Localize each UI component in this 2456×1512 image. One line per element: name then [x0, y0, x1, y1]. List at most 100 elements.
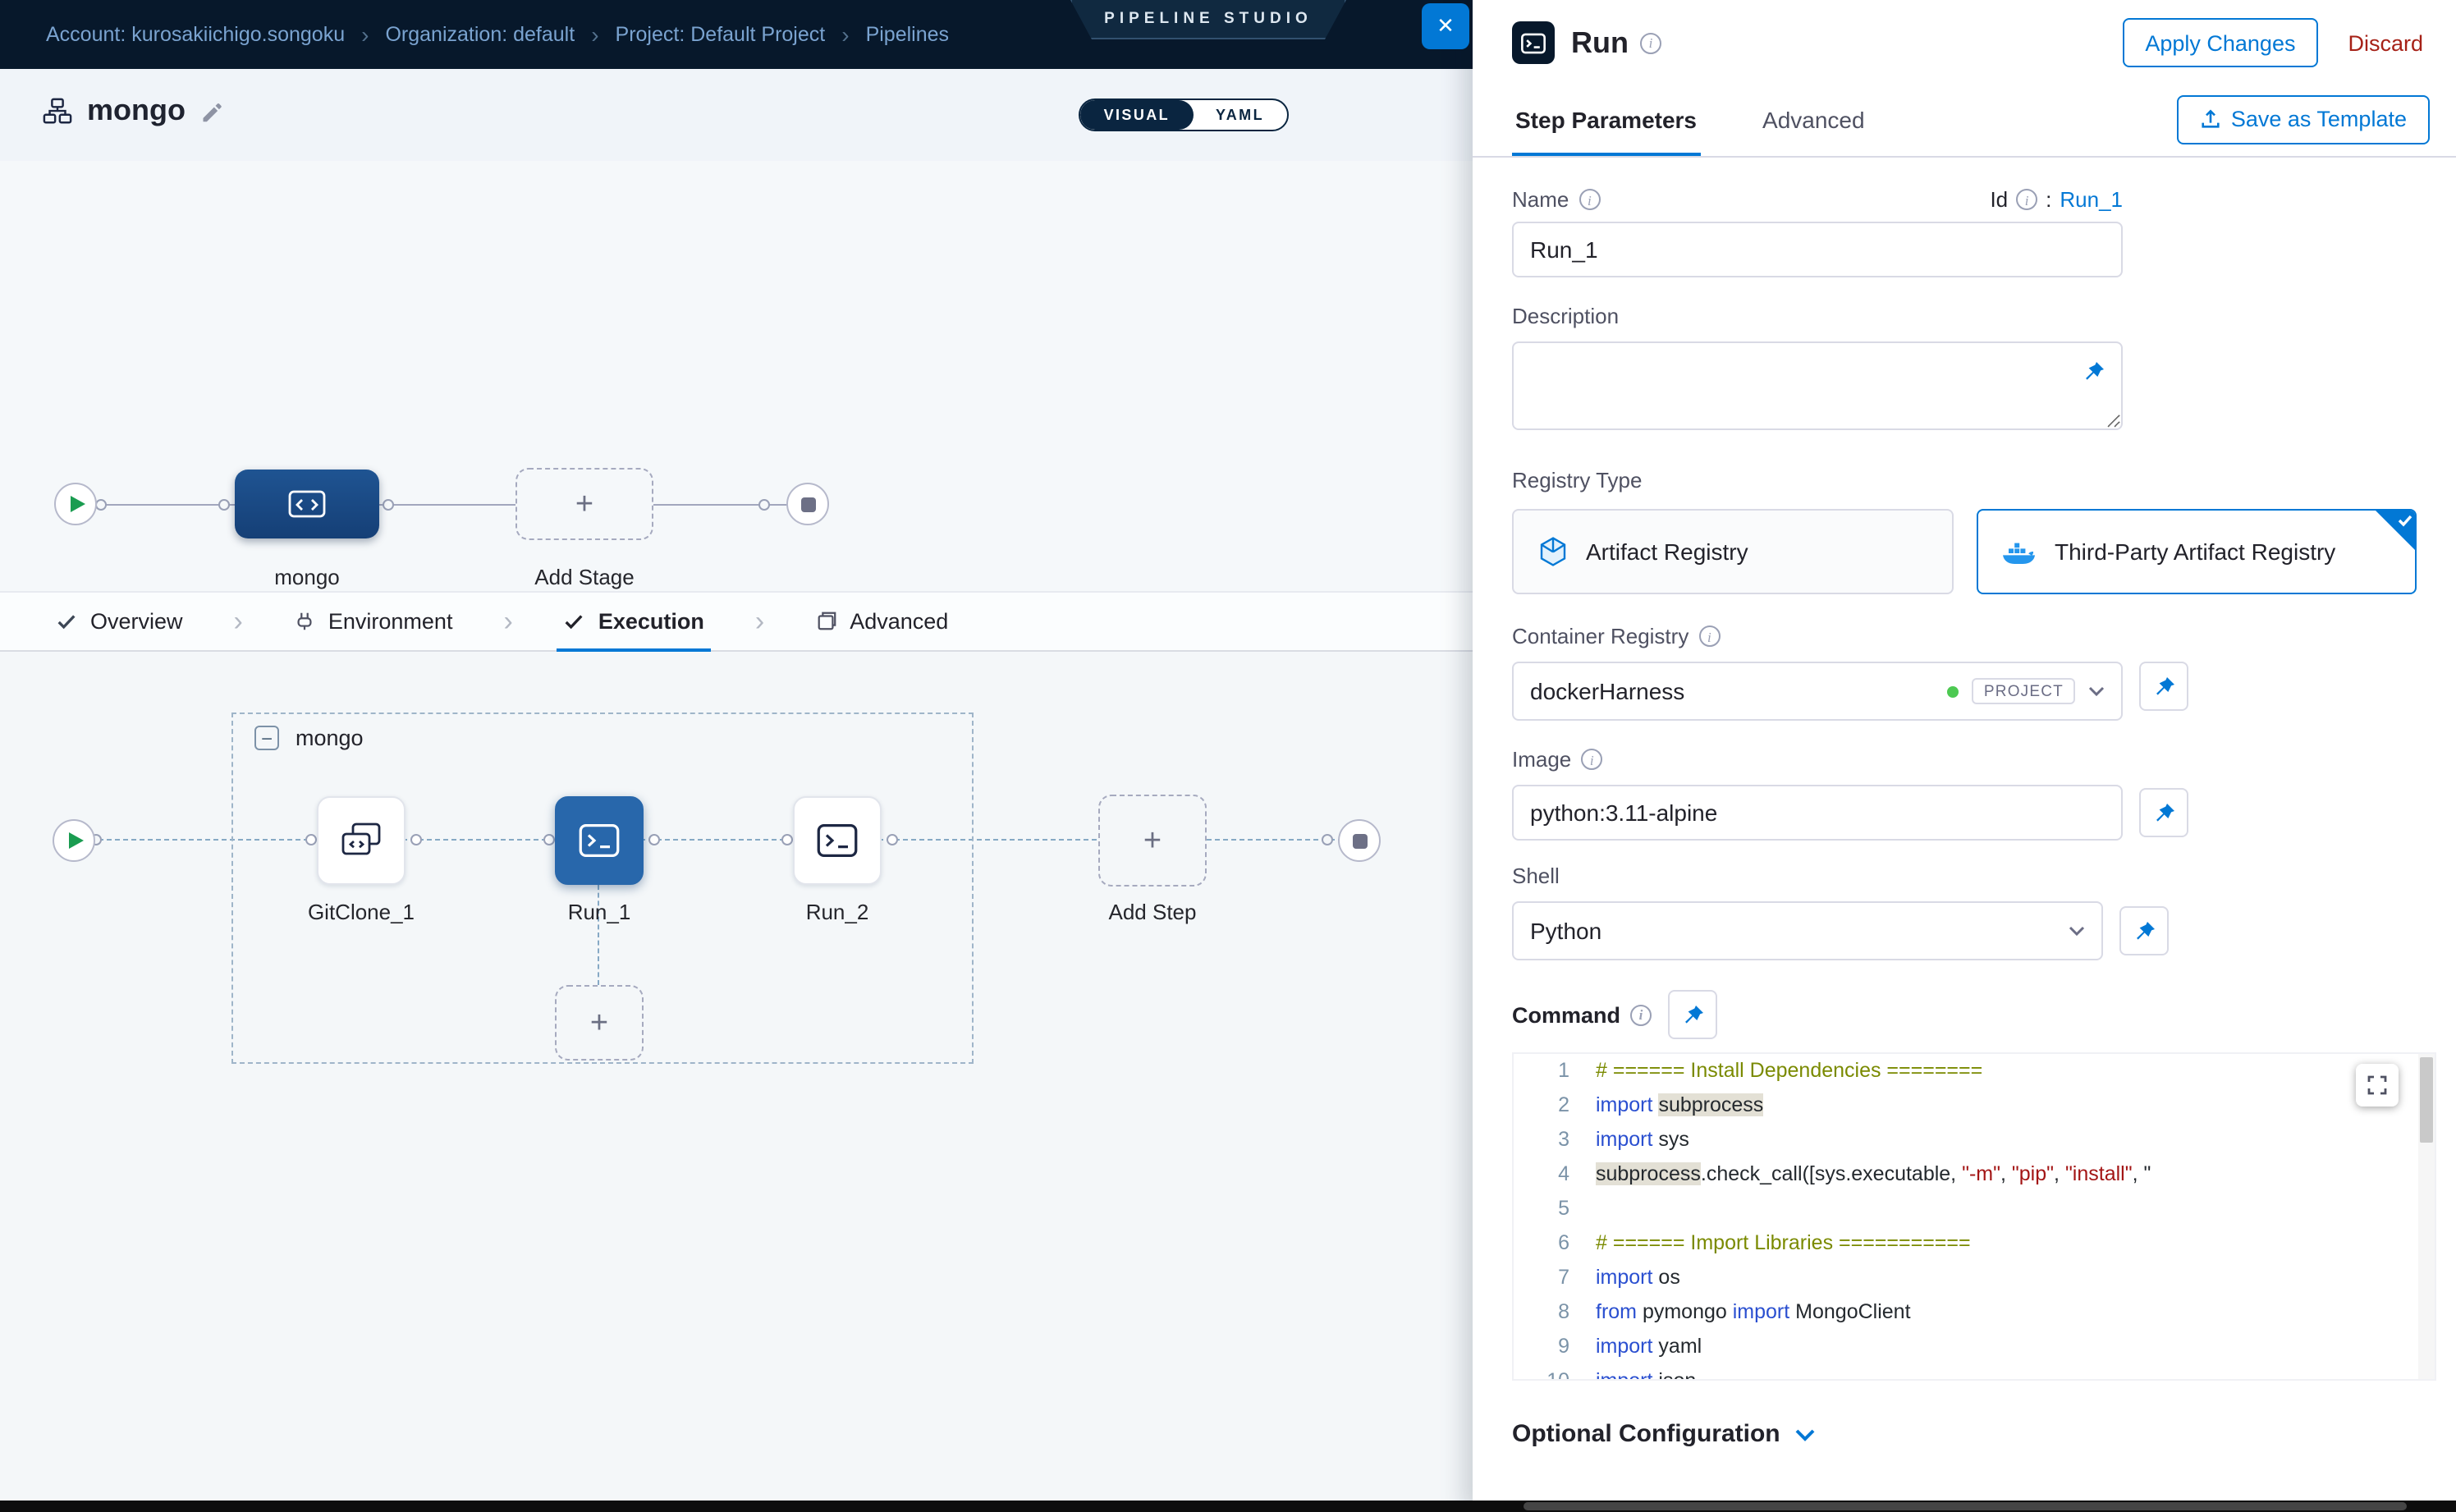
horizontal-scrollbar[interactable] [0, 1501, 2456, 1512]
editor-scrollbar-thumb[interactable] [2420, 1057, 2433, 1143]
step-config-panel: Run i Apply Changes Discard Step Paramet… [1473, 0, 2456, 1512]
registry-option-artifact[interactable]: Artifact Registry [1512, 509, 1953, 594]
code-line[interactable]: 3import sys [1514, 1123, 2435, 1157]
chevron-down-icon [2069, 926, 2085, 936]
execution-canvas[interactable]: − mongo GitClone_1 [0, 653, 1473, 1501]
app-window: Account: kurosakiichigo.songoku › Organi… [0, 0, 2456, 1512]
code-line[interactable]: 6# ====== Import Libraries =========== [1514, 1226, 2435, 1261]
info-icon[interactable]: i [1640, 32, 1661, 53]
toggle-yaml[interactable]: YAML [1193, 100, 1287, 130]
step-label: Run_1 [509, 900, 690, 924]
toggle-visual[interactable]: VISUAL [1081, 100, 1193, 130]
info-icon[interactable]: i [1630, 1004, 1652, 1025]
add-step-label: Add Step [1062, 900, 1243, 924]
tab-environment[interactable]: Environment [287, 593, 460, 650]
horizontal-scrollbar-thumb[interactable] [1523, 1502, 2407, 1510]
optional-configuration-toggle[interactable]: Optional Configuration [1512, 1420, 2417, 1448]
info-icon[interactable]: i [1581, 749, 1602, 770]
code-line[interactable]: 2import subprocess [1514, 1088, 2435, 1123]
advanced-tab-icon [815, 611, 836, 632]
step-parameters-form: Name i Id i : Run_1 Description [1473, 158, 2456, 1512]
execution-start-node[interactable] [53, 819, 95, 862]
code-line[interactable]: 4subprocess.check_call([sys.executable, … [1514, 1157, 2435, 1192]
code-line[interactable]: 1# ====== Install Dependencies ======== [1514, 1054, 2435, 1088]
stage-canvas[interactable]: mongo + Add Stage [0, 161, 1473, 591]
container-registry-label: Container Registry i [1512, 624, 1720, 648]
add-step-button[interactable]: + [1098, 795, 1207, 887]
collapse-group-button[interactable]: − [254, 726, 279, 750]
name-input[interactable] [1512, 222, 2123, 277]
run-step-icon [1512, 21, 1555, 64]
pin-icon[interactable] [2119, 906, 2169, 955]
container-registry-select[interactable]: dockerHarness PROJECT [1512, 662, 2123, 721]
expand-editor-button[interactable] [2356, 1064, 2399, 1107]
stop-icon [800, 497, 815, 511]
registry-type-label: Registry Type [1512, 468, 1643, 493]
editor-scrollbar[interactable] [2418, 1054, 2435, 1379]
close-icon[interactable]: ✕ [1422, 3, 1469, 49]
id-value-link[interactable]: Run_1 [2060, 187, 2123, 212]
pin-icon[interactable] [2139, 662, 2188, 711]
pipeline-start-node[interactable] [54, 483, 97, 525]
code-line[interactable]: 5 [1514, 1192, 2435, 1226]
info-icon[interactable]: i [2016, 189, 2037, 210]
image-input[interactable] [1512, 785, 2123, 841]
command-editor-body: 1# ====== Install Dependencies ========2… [1514, 1054, 2435, 1381]
execution-end-node[interactable] [1338, 819, 1381, 862]
visual-yaml-toggle: VISUAL YAML [1079, 99, 1289, 131]
tab-panel-advanced[interactable]: Advanced [1759, 82, 1868, 156]
step-id: Id i : Run_1 [1990, 187, 2123, 212]
code-line[interactable]: 8from pymongo import MongoClient [1514, 1295, 2435, 1330]
expand-icon [2367, 1075, 2387, 1095]
apply-changes-button[interactable]: Apply Changes [2122, 18, 2318, 67]
pin-icon[interactable] [2073, 351, 2113, 391]
registry-option-label: Third-Party Artifact Registry [2055, 538, 2335, 565]
check-icon [564, 611, 585, 632]
description-input[interactable] [1512, 341, 2123, 430]
command-editor[interactable]: 1# ====== Install Dependencies ========2… [1512, 1052, 2436, 1381]
shell-select[interactable]: Python [1512, 901, 2103, 960]
info-icon[interactable]: i [1579, 189, 1600, 210]
edit-pencil-icon[interactable] [200, 99, 223, 122]
registry-option-label: Artifact Registry [1586, 538, 1748, 565]
discard-button[interactable]: Discard [2348, 30, 2423, 55]
code-line[interactable]: 7import os [1514, 1261, 2435, 1295]
tab-step-parameters[interactable]: Step Parameters [1512, 82, 1700, 156]
breadcrumb-project[interactable]: Project: Default Project [616, 23, 826, 46]
info-icon[interactable]: i [1698, 625, 1720, 647]
breadcrumb-account[interactable]: Account: kurosakiichigo.songoku [46, 23, 345, 46]
step-run-2[interactable] [793, 796, 882, 885]
step-run-1[interactable] [555, 796, 644, 885]
step-gitclone-1[interactable] [317, 796, 406, 885]
add-stage-button[interactable]: + [515, 468, 653, 540]
code-line[interactable]: 10import json [1514, 1364, 2435, 1381]
plus-icon: + [590, 1007, 608, 1038]
add-parallel-step-button[interactable]: + [555, 985, 644, 1061]
code-line[interactable]: 9import yaml [1514, 1330, 2435, 1364]
breadcrumb-chevron-icon: › [361, 21, 369, 48]
line-number: 1 [1514, 1054, 1596, 1088]
breadcrumb-chevron-icon: › [591, 21, 598, 48]
breadcrumb-pipelines[interactable]: Pipelines [866, 23, 949, 46]
step-group-label: mongo [296, 726, 364, 750]
stage-node-mongo[interactable] [235, 470, 379, 538]
cube-icon [1537, 535, 1569, 568]
tab-overview[interactable]: Overview [49, 593, 190, 650]
selected-corner-badge [2374, 509, 2417, 552]
breadcrumb-organization[interactable]: Organization: default [385, 23, 575, 46]
tab-execution[interactable]: Execution [557, 593, 711, 650]
check-icon [56, 611, 77, 632]
tab-advanced[interactable]: Advanced [809, 593, 955, 650]
save-as-template-button[interactable]: Save as Template [2177, 94, 2430, 144]
registry-option-third-party[interactable]: Third-Party Artifact Registry [1976, 509, 2417, 594]
connector-port [1322, 834, 1333, 845]
plus-icon: + [1143, 825, 1162, 856]
optional-configuration-label: Optional Configuration [1512, 1420, 1780, 1448]
line-number: 5 [1514, 1192, 1596, 1226]
pin-icon[interactable] [2139, 788, 2188, 837]
pin-icon[interactable] [1668, 990, 1717, 1039]
connector-port [95, 499, 107, 511]
template-icon [2200, 108, 2221, 130]
line-number: 10 [1514, 1364, 1596, 1381]
pipeline-end-node[interactable] [786, 483, 829, 525]
